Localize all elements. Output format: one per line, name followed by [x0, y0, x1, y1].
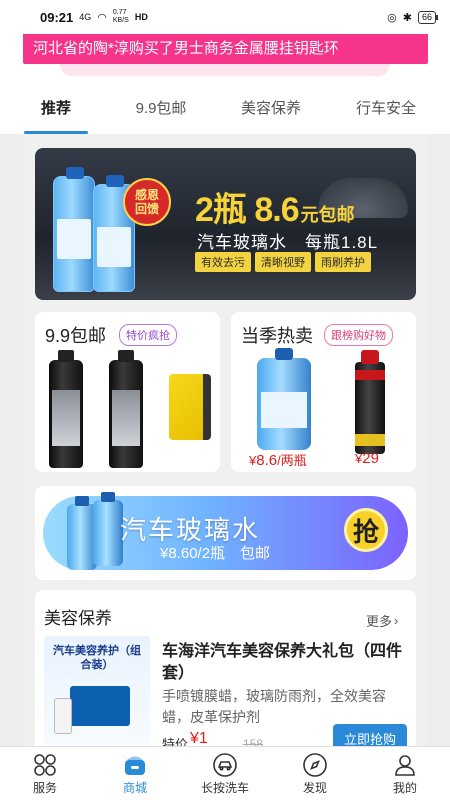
car-care-bottle-image: [109, 350, 143, 468]
price-value: 8.6: [256, 452, 278, 469]
product-bottle-image: [54, 698, 72, 734]
price-spray: ¥29: [355, 450, 379, 467]
tabbar-item-shop[interactable]: 商城: [90, 747, 180, 800]
grab-button[interactable]: 抢: [344, 508, 388, 552]
banner-tag: 清晰视野: [255, 252, 311, 272]
banner-tag: 有效去污: [195, 252, 251, 272]
section-title: 美容保养: [44, 609, 112, 628]
product-image[interactable]: 汽车美容养护（组合装）: [44, 636, 150, 748]
gratitude-badge: 感恩 回馈: [123, 178, 171, 226]
grid-icon: [34, 754, 56, 776]
net-speed: 0.77 KB/S: [113, 9, 129, 25]
badge-line-2: 回馈: [134, 202, 159, 216]
hd-icon: HD: [134, 12, 148, 22]
user-icon: [395, 755, 415, 776]
seasonal-hot-card[interactable]: 当季热卖 跟榜购好物 ¥8.6/两瓶 ¥29: [231, 312, 416, 472]
category-tabs: 推荐 9.9包邮 美容保养 行车安全: [0, 88, 450, 134]
battery-icon: 66: [417, 10, 439, 24]
ticker-shadow: [60, 64, 390, 76]
microfiber-towel-image: [169, 374, 211, 440]
banner-headline-main: 2瓶 8.6: [195, 191, 300, 229]
special-deal-badge: 特价疯抢: [119, 324, 177, 346]
washer-bottle-image: [53, 167, 95, 292]
tabbar-label: 商城: [122, 781, 147, 795]
product-image-title: 汽车美容养护（组合装）: [53, 645, 141, 671]
bluetooth-icon: ✱: [402, 11, 412, 24]
banner-headline: 2瓶 8.6 元包邮: [195, 182, 405, 231]
bottom-tab-bar: 服务 商城 长按洗车 发现 我的: [0, 746, 450, 800]
trending-badge: 跟榜购好物: [324, 324, 393, 346]
banner-headline-sub: 元包邮: [300, 205, 355, 225]
tab-driving-safety[interactable]: 行车安全: [332, 88, 440, 134]
compass-icon: [303, 753, 327, 777]
car-care-bottle-image: [49, 350, 83, 468]
more-label: 更多: [366, 614, 393, 629]
tab-beauty-care[interactable]: 美容保养: [210, 88, 332, 134]
product-description: 手喷镀膜蜡，玻璃防雨剂，全效美容蜡，皮革保护剂: [162, 688, 386, 725]
alarm-icon: ◎: [387, 11, 397, 24]
card-title: 当季热卖: [241, 326, 313, 346]
car-wash-icon: [213, 753, 237, 777]
tabbar-label: 服务: [32, 781, 57, 795]
tabbar-item-service[interactable]: 服务: [0, 747, 90, 800]
wifi-icon: ◠: [97, 11, 107, 24]
card-title: 9.9包邮: [45, 326, 107, 346]
badge-line-1: 感恩: [134, 188, 159, 202]
washer-fluid-image: [257, 348, 311, 450]
promo-subtitle: ¥8.60/2瓶 包邮: [160, 545, 271, 562]
banner-tags: 有效去污 清晰视野 雨刷养护: [195, 252, 371, 272]
tabbar-item-mine[interactable]: 我的: [360, 747, 450, 800]
promo-bottle-image: [93, 492, 123, 566]
more-link[interactable]: 更多 ›: [366, 611, 398, 630]
tab-9-9-free-shipping[interactable]: 9.9包邮: [112, 88, 210, 134]
tab-recommend[interactable]: 推荐: [0, 88, 112, 134]
purchase-ticker[interactable]: 河北省的陶*淳购买了男士商务金属腰挂钥匙环: [23, 34, 428, 64]
price-unit: /两瓶: [277, 453, 307, 468]
signal-4g-icon: 4G: [79, 12, 92, 22]
banner-product-title: 汽车玻璃水 每瓶1.8L: [197, 233, 379, 252]
product-box-image: [70, 686, 130, 726]
net-speed-unit: KB/S: [112, 17, 129, 24]
banner-tag: 雨刷养护: [315, 252, 371, 272]
tabbar-item-car-wash[interactable]: 长按洗车: [180, 747, 270, 800]
status-left: 09:21 4G ◠ 0.77 KB/S HD: [40, 9, 148, 25]
price-washer: ¥8.6/两瓶: [249, 450, 307, 469]
price-value: 29: [362, 450, 379, 467]
tabbar-label: 我的: [392, 781, 417, 795]
status-bar: 09:21 4G ◠ 0.77 KB/S HD ◎ ✱ 66: [0, 0, 450, 34]
net-speed-value: 0.77: [112, 9, 127, 16]
free-shipping-card[interactable]: 9.9包邮 特价疯抢: [35, 312, 220, 472]
status-time: 09:21: [40, 9, 74, 25]
hero-banner[interactable]: 感恩 回馈 2瓶 8.6 元包邮 汽车玻璃水 每瓶1.8L 有效去污 清晰视野 …: [35, 148, 416, 300]
product-name[interactable]: 车海洋汽车美容保养大礼包（四件套）: [162, 641, 402, 685]
tabbar-label: 发现: [302, 781, 327, 795]
spray-can-image: [355, 350, 385, 454]
status-right: ◎ ✱ 66: [387, 10, 439, 24]
tabbar-item-discover[interactable]: 发现: [270, 747, 360, 800]
shop-icon: [125, 756, 145, 775]
tabbar-label: 长按洗车: [200, 781, 249, 795]
chevron-right-icon: ›: [394, 613, 399, 628]
